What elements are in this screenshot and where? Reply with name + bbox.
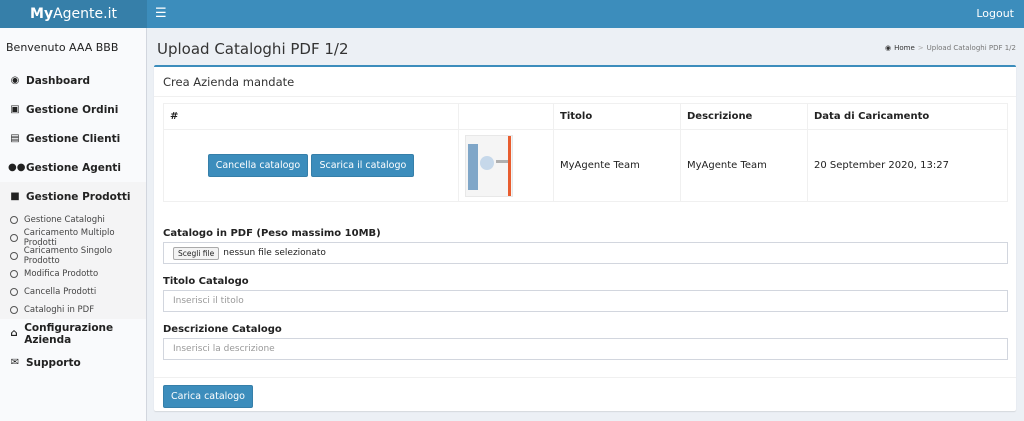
sidebar-item-ordini[interactable]: ▣ Gestione Ordini <box>0 95 146 124</box>
logout-link[interactable]: Logout <box>976 7 1014 20</box>
circle-icon <box>10 288 18 296</box>
description-label: Descrizione Catalogo <box>163 324 282 335</box>
sidebar-item-label: Gestione Clienti <box>26 132 121 145</box>
dashboard-icon: ◉ <box>884 44 892 52</box>
users-icon: ●● <box>8 162 26 173</box>
sidebar-subitem-cataloghi-pdf[interactable]: Cataloghi in PDF <box>0 301 146 319</box>
top-navbar: My Agente.it ☰ Logout <box>0 0 1024 28</box>
breadcrumb-home[interactable]: Home <box>894 44 915 52</box>
title-input[interactable]: Inserisci il titolo <box>163 290 1008 312</box>
sidebar-item-label: Gestione Prodotti <box>26 190 131 203</box>
divider <box>154 377 1016 378</box>
actions-cell: Cancella catalogo Scarica il catalogo <box>163 129 459 202</box>
sidebar-subitem-label: Cataloghi in PDF <box>24 305 95 315</box>
thumbnail-cell <box>458 129 554 202</box>
inbox-icon: ▣ <box>10 104 20 115</box>
id-card-icon: ▤ <box>10 133 20 144</box>
comments-icon: ✉ <box>10 357 20 368</box>
thumbnail-shape <box>508 135 511 196</box>
download-catalog-button[interactable]: Scarica il catalogo <box>311 154 415 177</box>
sidebar-item-configurazione[interactable]: ⌂ Configurazione Azienda <box>0 319 146 348</box>
sidebar-subitem-caricamento-multiplo[interactable]: Caricamento Multiplo Prodotti <box>0 228 146 248</box>
circle-icon <box>10 306 18 314</box>
delete-catalog-button[interactable]: Cancella catalogo <box>207 154 309 177</box>
table-header: Data di Caricamento <box>807 103 1008 130</box>
sidebar-item-prodotti[interactable]: ■ Gestione Prodotti <box>0 182 146 211</box>
logo-bold-text: My <box>30 6 54 22</box>
sidebar-subitem-caricamento-singolo[interactable]: Caricamento Singolo Prodotto <box>0 246 146 266</box>
sidebar-item-dashboard[interactable]: ◉ Dashboard <box>0 66 146 95</box>
sidebar-subitem-label: Caricamento Multiplo Prodotti <box>23 228 115 248</box>
table-header <box>458 103 554 130</box>
logo-text: Agente.it <box>53 6 117 22</box>
choose-file-button[interactable]: Scegli file <box>173 246 220 260</box>
welcome-text: Benvenuto AAA BBB <box>6 41 119 54</box>
hamburger-icon[interactable]: ☰ <box>155 6 167 21</box>
sidebar-subitem-cancella-prodotti[interactable]: Cancella Prodotti <box>0 283 146 301</box>
thumbnail-shape <box>468 143 478 190</box>
table-row: Cancella catalogo Scarica il catalogo My… <box>163 129 1008 202</box>
thumbnail-shape <box>496 159 508 163</box>
catalog-table: # Titolo Descrizione Data di Caricamento… <box>163 103 1008 202</box>
sidebar-item-label: Dashboard <box>26 74 91 87</box>
sidebar-item-agenti[interactable]: ●● Gestione Agenti <box>0 153 146 182</box>
sidebar: Benvenuto AAA BBB ◉ Dashboard ▣ Gestione… <box>0 28 147 421</box>
shopping-bag-icon: ■ <box>10 191 20 202</box>
sidebar-subitem-gestione-cataloghi[interactable]: Gestione Cataloghi <box>0 211 146 229</box>
box-title: Crea Azienda mandate <box>163 75 295 89</box>
catalog-thumbnail[interactable] <box>465 134 513 197</box>
upload-catalog-button[interactable]: Carica catalogo <box>163 385 253 408</box>
sidebar-item-label: Configurazione Azienda <box>24 321 114 346</box>
date-cell: 20 September 2020, 13:27 <box>807 129 1008 202</box>
catalog-box: Crea Azienda mandate # Titolo Descrizion… <box>154 65 1016 411</box>
title-cell: MyAgente Team <box>553 129 681 202</box>
sidebar-subitem-label: Modifica Prodotto <box>24 269 99 279</box>
pdf-label: Catalogo in PDF (Peso massimo 10MB) <box>163 228 381 239</box>
thumbnail-shape <box>480 155 494 170</box>
sidebar-item-label: Gestione Agenti <box>26 161 121 174</box>
sidebar-subitem-label: Cancella Prodotti <box>24 287 97 297</box>
sidebar-subitem-label: Caricamento Singolo Prodotto <box>23 246 113 266</box>
sidebar-subitem-label: Gestione Cataloghi <box>24 215 105 225</box>
sidebar-subitem-modifica-prodotto[interactable]: Modifica Prodotto <box>0 265 146 283</box>
circle-icon <box>10 216 18 224</box>
table-header: Descrizione <box>680 103 808 130</box>
sidebar-item-supporto[interactable]: ✉ Supporto <box>0 348 146 377</box>
table-header: Titolo <box>553 103 681 130</box>
breadcrumb-current: Upload Cataloghi PDF 1/2 <box>926 44 1016 52</box>
table-header: # <box>163 103 459 130</box>
pdf-file-input[interactable]: Scegli file nessun file selezionato <box>163 242 1008 264</box>
breadcrumb: ◉ Home > Upload Cataloghi PDF 1/2 <box>885 44 1016 52</box>
file-status: nessun file selezionato <box>223 248 326 258</box>
page-title: Upload Cataloghi PDF 1/2 <box>157 40 349 58</box>
title-label: Titolo Catalogo <box>163 276 249 287</box>
description-input[interactable]: Inserisci la descrizione <box>163 338 1008 360</box>
circle-icon <box>10 234 18 242</box>
table-header-row: # Titolo Descrizione Data di Caricamento <box>163 103 1008 130</box>
sidebar-item-clienti[interactable]: ▤ Gestione Clienti <box>0 124 146 153</box>
sidebar-item-label: Supporto <box>26 356 81 369</box>
circle-icon <box>10 252 18 260</box>
circle-icon <box>10 270 18 278</box>
home-icon: ⌂ <box>10 328 18 339</box>
description-cell: MyAgente Team <box>680 129 808 202</box>
sidebar-item-label: Gestione Ordini <box>26 103 119 116</box>
breadcrumb-separator: > <box>917 44 924 52</box>
dashboard-icon: ◉ <box>10 75 20 86</box>
divider <box>154 96 1016 97</box>
app-logo[interactable]: My Agente.it <box>0 0 147 28</box>
